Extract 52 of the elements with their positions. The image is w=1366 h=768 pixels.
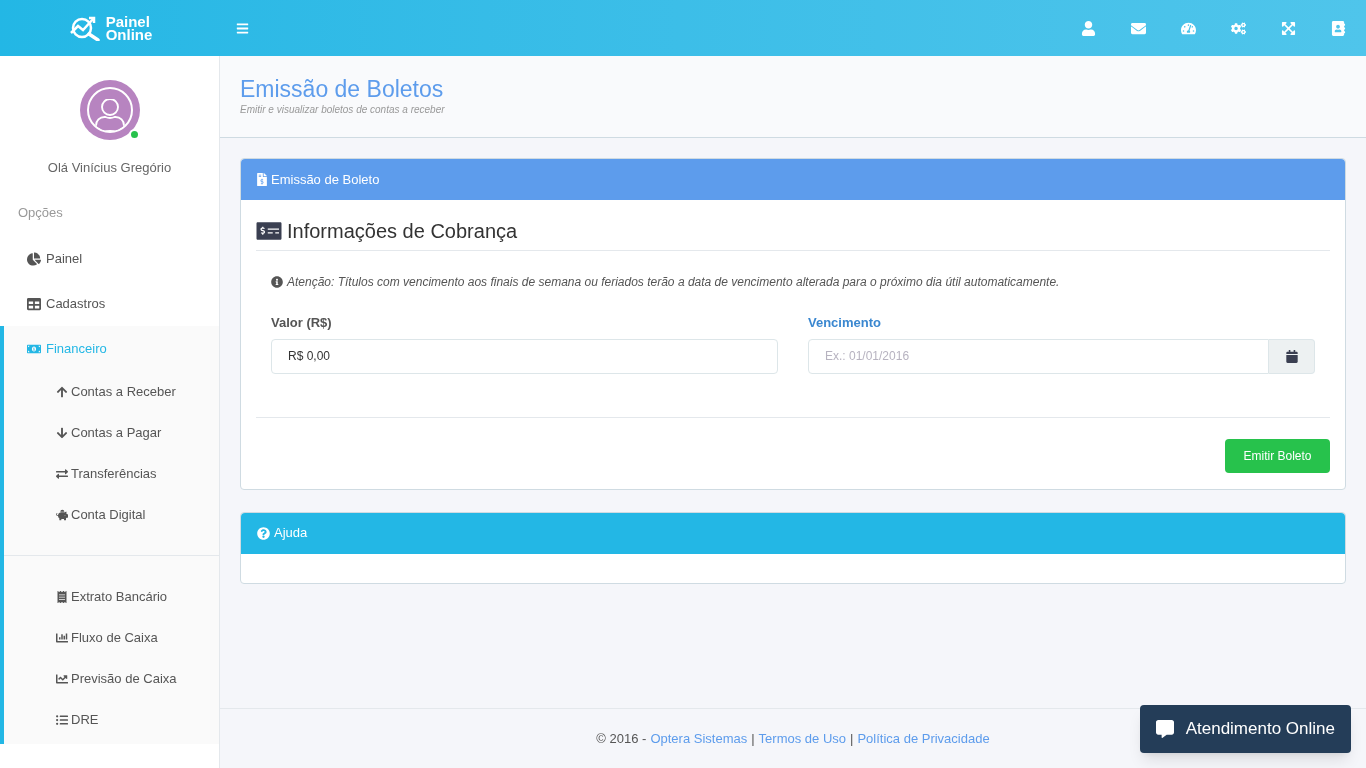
greeting-text: Olá Vinícius Gregório <box>47 159 172 177</box>
panel-title: Emissão de Boleto <box>271 170 380 189</box>
help-icon <box>257 526 270 540</box>
date-input-field[interactable]: Ex.: 01/01/2016 <box>808 338 1269 374</box>
expand-icon <box>1281 20 1296 36</box>
field-label: Valor (R$) <box>271 314 333 332</box>
line-chart-icon <box>56 672 68 685</box>
logo-text: Painel <box>105 15 150 28</box>
gauge-icon <box>1181 20 1196 36</box>
list-icon <box>56 713 68 726</box>
menu-icon <box>236 21 249 35</box>
logo-text: Online <box>105 28 153 41</box>
notice-text: Atenção: Títulos com vencimento aos finais de semana ou feriados terão a data de vencimento alterada para o próximo dia útil automaticamente. <box>287 274 1060 291</box>
footer-text: © 2016 - <box>596 729 647 748</box>
piggy-bank-icon <box>56 508 68 521</box>
table-icon <box>27 296 41 311</box>
field-label: Vencimento <box>808 314 882 332</box>
panel-title: Ajuda <box>274 524 308 543</box>
pie-chart-icon <box>27 251 41 266</box>
submenu-item[interactable]: DRE <box>4 699 219 740</box>
footer-text: | <box>751 729 755 748</box>
section-heading: Opções <box>18 203 64 222</box>
user-icon <box>1081 20 1096 36</box>
arrow-down-icon <box>56 426 68 439</box>
submenu-item[interactable]: Previsão de Caixa <box>4 658 219 699</box>
submenu-item[interactable]: Contas a Receber <box>4 371 219 412</box>
receipt-icon <box>56 590 68 603</box>
nav-item[interactable]: Painel <box>0 236 219 281</box>
amount-input-field[interactable]: R$ 0,00 <box>271 338 778 374</box>
bar-chart-icon <box>56 631 68 644</box>
calendar-icon <box>1285 349 1298 363</box>
submenu-item[interactable]: Extrato Bancário <box>4 576 219 617</box>
envelope-icon <box>1131 20 1146 36</box>
calendar-button[interactable] <box>1269 338 1315 374</box>
info-icon <box>271 276 283 288</box>
submenu-item[interactable]: Fluxo de Caixa <box>4 617 219 658</box>
money-check-icon <box>256 221 282 241</box>
settings-icon <box>1231 20 1246 36</box>
swap-arrows-icon <box>56 467 68 480</box>
submenu-item[interactable]: Transferências <box>4 453 219 494</box>
chat-button[interactable]: Atendimento Online <box>1139 705 1351 753</box>
submenu-item[interactable]: Conta Digital <box>4 494 219 535</box>
submenu-item[interactable]: Contas a Pagar <box>4 412 219 453</box>
contact-book-icon <box>1331 20 1346 36</box>
nav-item[interactable]: Cadastros <box>0 281 219 326</box>
page-subtitle: Emitir e visualizar boletos de contas a receber <box>240 103 446 117</box>
footer-text: | <box>850 729 854 748</box>
chat-bubble-icon <box>1155 720 1174 738</box>
invoice-icon <box>257 173 267 186</box>
arrow-up-icon <box>56 385 68 398</box>
page-title: Emissão de Boletos <box>240 76 445 102</box>
section-title: Informações de Cobrança <box>287 219 518 244</box>
